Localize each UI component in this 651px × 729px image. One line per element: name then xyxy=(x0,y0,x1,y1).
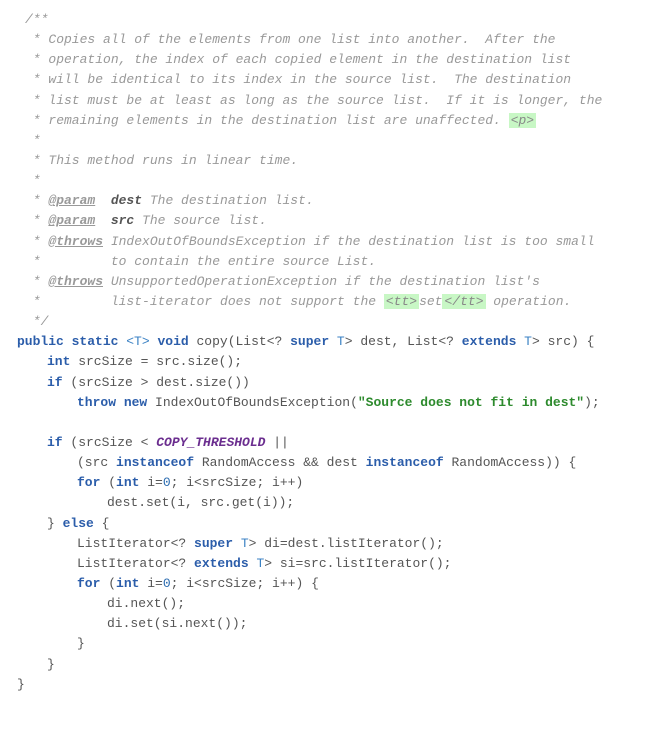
javadoc-line: * xyxy=(25,193,48,208)
code-line: } xyxy=(15,634,636,654)
code-line: for (int i=0; i<srcSize; i++) { xyxy=(15,574,636,594)
javadoc-close: */ xyxy=(25,314,48,329)
code-line: di.set(si.next()); xyxy=(15,614,636,634)
code-line: throw new IndexOutOfBoundsException("Sou… xyxy=(15,393,636,413)
code-line: ListIterator<? extends T> si=src.listIte… xyxy=(15,554,636,574)
html-tag-highlight: <tt> xyxy=(384,294,419,309)
code-block: /** * Copies all of the elements from on… xyxy=(15,10,636,695)
javadoc-line: * Copies all of the elements from one li… xyxy=(25,32,556,47)
code-line: di.next(); xyxy=(15,594,636,614)
code-line: int srcSize = src.size(); xyxy=(15,352,636,372)
javadoc-line: * This method runs in linear time. xyxy=(25,153,298,168)
javadoc-throws-tag: @throws xyxy=(48,274,103,289)
html-tag-highlight: <p> xyxy=(509,113,536,128)
javadoc-line: * xyxy=(25,133,41,148)
code-line: dest.set(i, src.get(i)); xyxy=(15,493,636,513)
code-line: (src instanceof RandomAccess && dest ins… xyxy=(15,453,636,473)
javadoc-line: * to contain the entire source List. xyxy=(25,254,376,269)
code-line: } xyxy=(15,675,636,695)
javadoc-param-name: src xyxy=(111,213,134,228)
javadoc-param-name: dest xyxy=(111,193,142,208)
code-line: } else { xyxy=(15,514,636,534)
javadoc-throws-tag: @throws xyxy=(48,234,103,249)
javadoc-line: * remaining elements in the destination … xyxy=(25,113,509,128)
constant-ref: COPY_THRESHOLD xyxy=(156,435,265,450)
code-line: ListIterator<? super T> di=dest.listIter… xyxy=(15,534,636,554)
javadoc-param-tag: @param xyxy=(48,193,95,208)
javadoc-line: * xyxy=(25,213,48,228)
javadoc-line: * xyxy=(25,173,41,188)
javadoc-line: * list-iterator does not support the xyxy=(25,294,384,309)
code-line: } xyxy=(15,655,636,675)
code-line: if (srcSize > dest.size()) xyxy=(15,373,636,393)
javadoc-param-tag: @param xyxy=(48,213,95,228)
html-tag-highlight: </tt> xyxy=(442,294,485,309)
code-line: for (int i=0; i<srcSize; i++) xyxy=(15,473,636,493)
javadoc-line: * xyxy=(25,234,48,249)
javadoc-open: /** xyxy=(25,12,48,27)
code-line: if (srcSize < COPY_THRESHOLD || xyxy=(15,433,636,453)
javadoc-line: * operation, the index of each copied el… xyxy=(25,52,571,67)
method-signature: public static <T> void copy(List<? super… xyxy=(15,332,636,352)
javadoc-line: * will be identical to its index in the … xyxy=(25,72,571,87)
javadoc-line: * list must be at least as long as the s… xyxy=(25,93,602,108)
javadoc-line: * xyxy=(25,274,48,289)
